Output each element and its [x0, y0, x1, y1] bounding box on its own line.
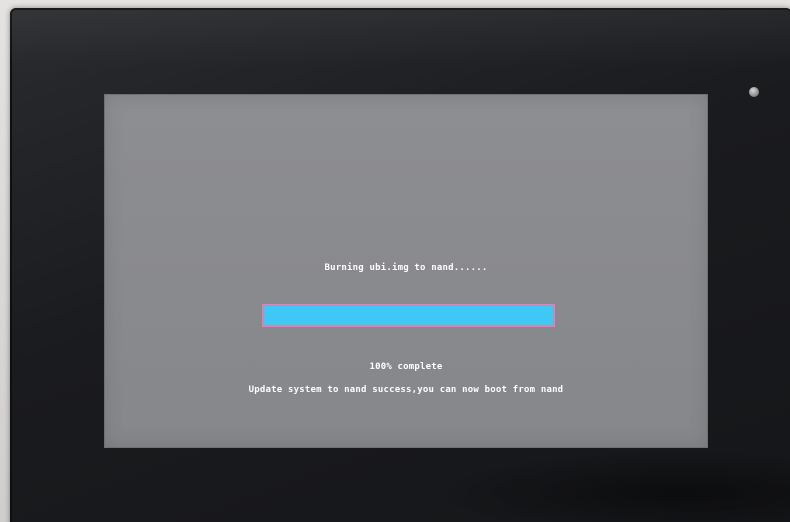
progress-fill — [264, 306, 553, 325]
result-message: Update system to nand success,you can no… — [248, 385, 564, 395]
lcd-screen: Burning ubi.img to nand...... 100% compl… — [104, 94, 708, 448]
progress-percent-text: 100% complete — [369, 362, 443, 372]
status-title: Burning ubi.img to nand...... — [324, 263, 488, 273]
indicator-led — [749, 87, 759, 97]
bezel-shadow — [430, 450, 790, 522]
photo-scene: Burning ubi.img to nand...... 100% compl… — [0, 0, 790, 522]
progress-bar — [262, 304, 555, 327]
bezel-highlight — [10, 8, 790, 68]
